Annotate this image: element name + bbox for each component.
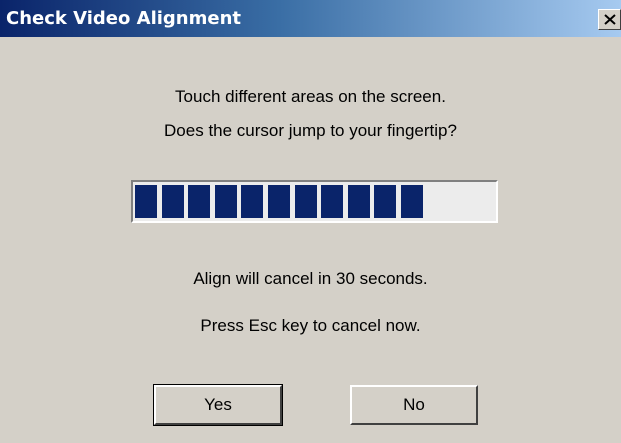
countdown-progress-bar bbox=[131, 180, 498, 223]
progress-segment bbox=[268, 185, 290, 218]
instruction-line-2: Does the cursor jump to your fingertip? bbox=[164, 121, 457, 140]
instruction-line-1: Touch different areas on the screen. bbox=[175, 87, 446, 106]
yes-button[interactable]: Yes bbox=[153, 384, 283, 426]
title-bar[interactable]: Check Video Alignment bbox=[0, 0, 621, 37]
progress-track bbox=[135, 185, 494, 218]
window-title: Check Video Alignment bbox=[6, 8, 242, 29]
no-button-label: No bbox=[403, 395, 425, 414]
close-icon bbox=[603, 14, 616, 25]
progress-segment bbox=[401, 185, 423, 218]
progress-segment bbox=[347, 185, 370, 218]
progress-segment bbox=[135, 185, 157, 218]
check-video-alignment-dialog: Check Video Alignment Touch different ar… bbox=[0, 0, 621, 443]
progress-segment bbox=[241, 185, 264, 218]
progress-segment bbox=[214, 185, 237, 218]
progress-segment bbox=[161, 185, 184, 218]
no-button[interactable]: No bbox=[350, 385, 478, 425]
cancel-countdown-text: Align will cancel in 30 seconds. bbox=[193, 269, 428, 288]
close-button[interactable] bbox=[598, 9, 621, 30]
progress-segment bbox=[321, 185, 344, 218]
esc-cancel-text: Press Esc key to cancel now. bbox=[200, 316, 421, 335]
progress-segment bbox=[374, 185, 397, 218]
progress-segment bbox=[294, 185, 317, 218]
yes-button-label: Yes bbox=[204, 395, 232, 414]
progress-segment bbox=[188, 185, 211, 218]
